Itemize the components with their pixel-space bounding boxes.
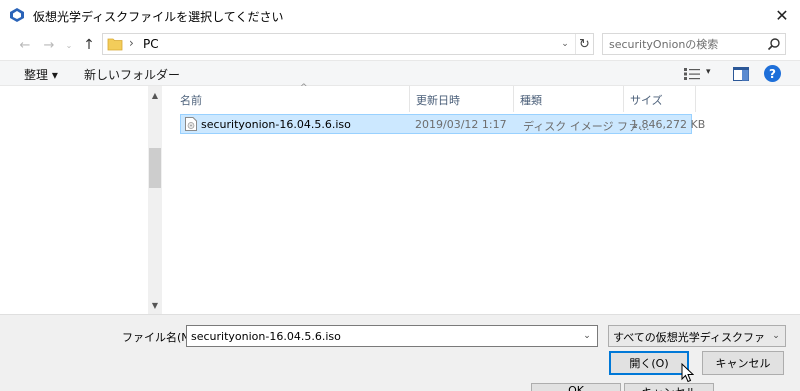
- forward-arrow-icon[interactable]: →: [40, 36, 58, 54]
- footer-panel: ファイル名(N): ⌄ すべての仮想光学ディスクファイル (* ⌄ 開く(O) …: [0, 314, 800, 391]
- scroll-up-icon[interactable]: ▲: [148, 88, 162, 102]
- breadcrumb-pc[interactable]: PC: [143, 37, 159, 51]
- file-type-filter[interactable]: すべての仮想光学ディスクファイル (* ⌄: [608, 325, 786, 347]
- recent-locations-chevron-icon[interactable]: ⌄: [64, 36, 74, 54]
- file-date: 2019/03/12 1:17: [415, 118, 507, 131]
- navigation-pane[interactable]: [0, 86, 148, 314]
- new-folder-button[interactable]: 新しいフォルダー: [84, 66, 180, 83]
- mouse-cursor-icon: [681, 363, 694, 383]
- view-dropdown-icon[interactable]: ▾: [706, 67, 711, 77]
- title-bar: 仮想光学ディスクファイルを選択してください ✕: [0, 0, 800, 30]
- window-title: 仮想光学ディスクファイルを選択してください: [33, 10, 284, 24]
- filename-field[interactable]: ⌄: [186, 325, 598, 347]
- column-name-label: 名前: [180, 94, 202, 107]
- filter-dropdown-icon[interactable]: ⌄: [769, 329, 783, 343]
- search-input[interactable]: [609, 36, 759, 52]
- scroll-thumb[interactable]: [149, 148, 161, 188]
- close-icon[interactable]: ✕: [764, 0, 800, 30]
- iso-file-icon: [185, 117, 197, 131]
- command-bar: 整理 ▾ 新しいフォルダー ▾ ?: [0, 60, 800, 86]
- column-date-label: 更新日時: [416, 94, 460, 107]
- navigation-scrollbar[interactable]: ▲ ▼: [148, 86, 162, 314]
- vbox-app-icon: [10, 8, 24, 22]
- file-size: 1,846,272 KB: [631, 118, 706, 131]
- file-row[interactable]: securityonion-16.04.5.6.iso 2019/03/12 1…: [180, 114, 705, 134]
- refresh-icon[interactable]: ↻: [575, 34, 593, 54]
- address-bar[interactable]: › PC ⌄ ↻: [102, 33, 594, 55]
- filename-dropdown-icon[interactable]: ⌄: [579, 328, 595, 344]
- column-type-label: 種類: [520, 94, 542, 107]
- organize-button[interactable]: 整理 ▾: [24, 66, 58, 83]
- filename-input[interactable]: [191, 328, 571, 344]
- view-options-icon[interactable]: [684, 68, 700, 80]
- column-header-size[interactable]: サイズ: [624, 86, 696, 112]
- help-icon[interactable]: ?: [764, 65, 781, 82]
- search-icon[interactable]: [767, 37, 781, 51]
- back-arrow-icon[interactable]: ←: [16, 36, 34, 54]
- cancel-button[interactable]: キャンセル: [702, 351, 784, 375]
- up-arrow-icon[interactable]: ↑: [80, 36, 98, 54]
- preview-pane-icon[interactable]: [733, 67, 749, 81]
- background-ok-button: OK: [531, 383, 621, 391]
- scroll-down-icon[interactable]: ▼: [148, 298, 162, 312]
- breadcrumb-separator[interactable]: ›: [129, 36, 134, 50]
- filter-value: すべての仮想光学ディスクファイル (*: [613, 331, 765, 344]
- search-box[interactable]: [602, 33, 786, 55]
- column-header-date[interactable]: 更新日時: [410, 86, 514, 112]
- file-list: 名前 ^ 更新日時 種類 サイズ securityonion-16.04.5.6…: [162, 83, 800, 314]
- background-cancel-button: キャンセル: [624, 383, 714, 391]
- open-button[interactable]: 開く(O): [609, 351, 689, 375]
- sort-ascending-icon: ^: [300, 83, 308, 93]
- column-header-type[interactable]: 種類: [514, 86, 624, 112]
- column-header-name[interactable]: 名前 ^: [174, 83, 410, 112]
- chevron-down-icon[interactable]: ⌄: [557, 36, 573, 52]
- column-size-label: サイズ: [630, 94, 663, 107]
- file-name: securityonion-16.04.5.6.iso: [201, 118, 351, 131]
- folder-icon: [107, 38, 123, 51]
